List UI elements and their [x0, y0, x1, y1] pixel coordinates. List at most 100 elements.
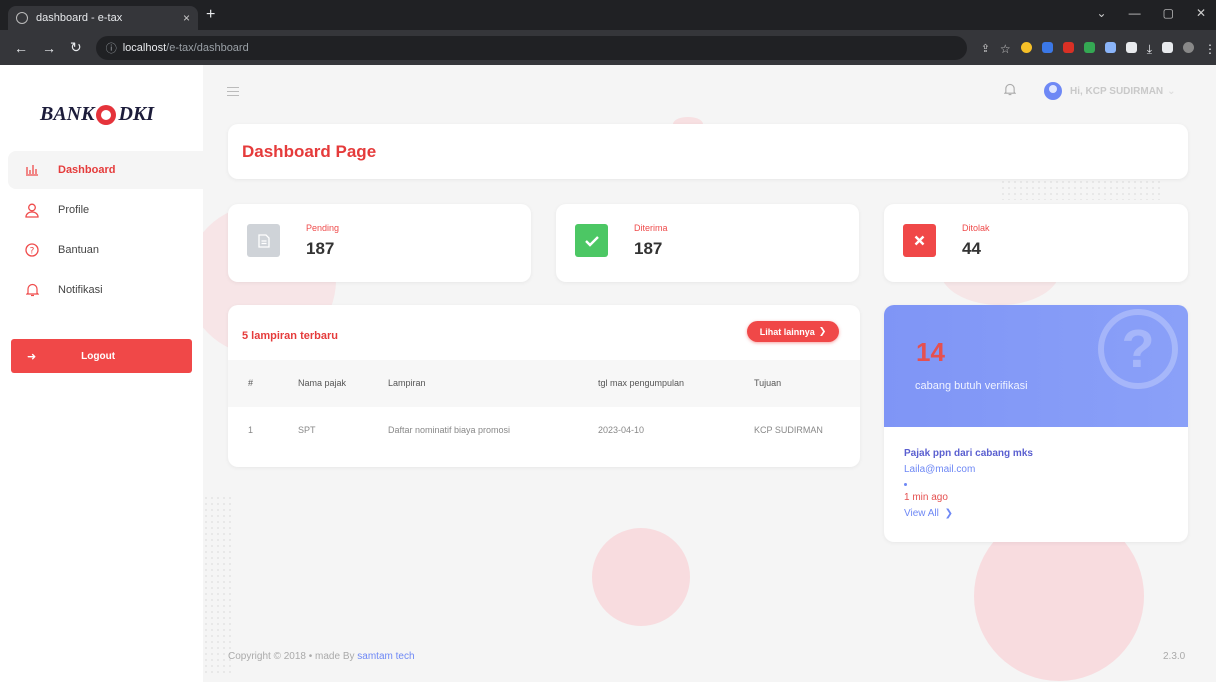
extension-icon[interactable]: [1041, 42, 1053, 53]
bullet-dot-icon: [904, 483, 907, 486]
forward-icon[interactable]: →: [42, 40, 56, 56]
url-path: /e-tax/dashboard: [166, 41, 249, 54]
back-icon[interactable]: ←: [14, 40, 28, 56]
column-header: Tujuan: [754, 378, 782, 388]
table-header: # Nama pajak Lampiran tgl max pengumpula…: [228, 360, 860, 407]
view-more-label: Lihat lainnya: [759, 326, 815, 337]
table-cell: 2023-04-10: [598, 425, 645, 435]
footer-copyright: Copyright © 2018 • made By samtam tech: [228, 651, 415, 662]
browser-tab-bar: dashboard - e-tax × + ⌄ — ▢ ✕: [0, 0, 1216, 30]
sidebar-item-label: Dashboard: [58, 164, 116, 176]
browser-tab[interactable]: dashboard - e-tax ×: [8, 6, 198, 30]
profile-icon[interactable]: [1183, 42, 1194, 53]
bell-icon: [24, 282, 40, 298]
extension-icon[interactable]: [1083, 42, 1095, 53]
share-icon[interactable]: ⇪: [981, 42, 990, 55]
logo-mark-icon: [96, 104, 117, 125]
svg-text:?: ?: [30, 247, 35, 257]
sidebar-item-label: Bantuan: [58, 244, 99, 256]
column-header: tgl max pengumpulan: [598, 378, 685, 388]
user-greeting: Hi, KCP SUDIRMAN: [1070, 85, 1164, 97]
stat-value: 187: [634, 239, 663, 258]
info-icon: ⓘ: [105, 42, 117, 55]
check-icon: [575, 224, 608, 257]
extension-icon[interactable]: [1062, 42, 1074, 53]
hamburger-menu-icon[interactable]: [227, 87, 239, 96]
column-header: #: [248, 378, 254, 388]
verification-card: ? 14 cabang butuh verifikasi Pajak ppn d…: [884, 305, 1188, 542]
close-tab-icon[interactable]: ×: [183, 11, 190, 25]
extension-icon[interactable]: [1104, 42, 1116, 53]
help-icon: ?: [24, 242, 40, 258]
sidebar-item-profile[interactable]: Profile: [8, 191, 203, 229]
extension-icon[interactable]: [1020, 42, 1032, 53]
stat-label: Diterima: [634, 223, 668, 233]
close-window-icon[interactable]: ✕: [1196, 6, 1206, 20]
menu-icon[interactable]: ⋮: [1204, 42, 1216, 56]
bar-chart-icon: [24, 162, 40, 178]
notification-bell-icon[interactable]: [1003, 83, 1017, 99]
table-row[interactable]: 1 SPT Daftar nominatif biaya promosi 202…: [228, 407, 860, 454]
chevron-down-icon[interactable]: ⌄: [1097, 6, 1107, 20]
stat-label: Pending: [306, 223, 340, 233]
window-controls: ⌄ — ▢ ✕: [1097, 6, 1206, 20]
chevron-right-icon: ❯: [944, 508, 954, 519]
column-header: Lampiran: [388, 378, 426, 388]
url-input[interactable]: ⓘ localhost /e-tax/dashboard: [95, 35, 967, 60]
notification-title: Pajak ppn dari cabang mks: [904, 448, 1033, 459]
sidebar-item-bantuan[interactable]: ? Bantuan: [8, 231, 203, 269]
sidebar-item-label: Notifikasi: [58, 284, 103, 296]
author-link[interactable]: samtam tech: [357, 651, 414, 662]
question-icon: ?: [1098, 309, 1178, 389]
table-cell: 1: [248, 425, 254, 435]
stat-value: 187: [306, 239, 335, 258]
sidepanel-icon[interactable]: [1162, 42, 1173, 53]
view-all-link[interactable]: View All ❯: [904, 506, 1033, 522]
reload-icon[interactable]: ↻: [70, 39, 82, 56]
chevron-down-icon: ⌄: [1167, 85, 1176, 97]
logo-text-left: BANK: [40, 103, 95, 125]
table-cell: KCP SUDIRMAN: [754, 425, 823, 435]
document-icon: [247, 224, 280, 257]
notification-item[interactable]: Pajak ppn dari cabang mks Laila@mail.com…: [904, 446, 1033, 522]
globe-icon: [16, 12, 28, 24]
notification-email: Laila@mail.com: [904, 464, 976, 475]
stat-value: 44: [962, 239, 981, 258]
logout-label: Logout: [81, 350, 116, 362]
page-title: Dashboard Page: [242, 142, 377, 161]
logout-button[interactable]: ➜ Logout: [11, 339, 192, 373]
table-cell: Daftar nominatif biaya promosi: [388, 425, 511, 435]
new-tab-button[interactable]: +: [206, 6, 215, 24]
view-more-button[interactable]: Lihat lainnya ❯: [747, 321, 839, 342]
minimize-icon[interactable]: —: [1129, 6, 1141, 20]
extensions-bar: ⇪ ☆ ⤓ ⋮: [981, 42, 1216, 56]
restore-icon[interactable]: ▢: [1163, 6, 1174, 20]
sidebar-item-notifikasi[interactable]: Notifikasi: [8, 271, 203, 309]
stat-card-ditolak: Ditolak 44: [884, 204, 1188, 282]
table-cell: SPT: [298, 425, 316, 435]
verification-banner: ? 14 cabang butuh verifikasi: [884, 305, 1188, 427]
star-icon[interactable]: ☆: [1000, 42, 1011, 56]
bank-logo: BANK DKI: [40, 103, 154, 126]
chevron-right-icon: ❯: [818, 326, 827, 336]
tab-title: dashboard - e-tax: [36, 12, 123, 24]
verification-count: 14: [916, 337, 945, 367]
app-area: BANK DKI Dashboard Profile ? Bantuan Not…: [0, 65, 1216, 682]
download-icon[interactable]: ⤓: [1147, 42, 1152, 56]
view-all-label: View All: [904, 508, 939, 519]
logo-text-right: DKI: [118, 103, 155, 125]
avatar: [1044, 82, 1062, 100]
address-bar: ← → ↻ ⓘ localhost /e-tax/dashboard ⇪ ☆ ⤓…: [0, 30, 1216, 65]
copyright-text: Copyright © 2018 • made By: [228, 651, 358, 662]
logout-icon: ➜: [27, 350, 37, 363]
stat-card-pending: Pending 187: [228, 204, 531, 282]
decor-circle: [592, 528, 690, 626]
puzzle-icon[interactable]: [1125, 42, 1137, 53]
attachments-card: 5 lampiran terbaru Lihat lainnya ❯ # Nam…: [228, 305, 860, 467]
decor-dots: [203, 495, 233, 675]
x-icon: [903, 224, 936, 257]
app-version: 2.3.0: [1163, 651, 1186, 662]
column-header: Nama pajak: [298, 378, 347, 388]
sidebar-item-dashboard[interactable]: Dashboard: [8, 151, 203, 189]
user-menu[interactable]: Hi, KCP SUDIRMAN ⌄: [1044, 82, 1176, 100]
